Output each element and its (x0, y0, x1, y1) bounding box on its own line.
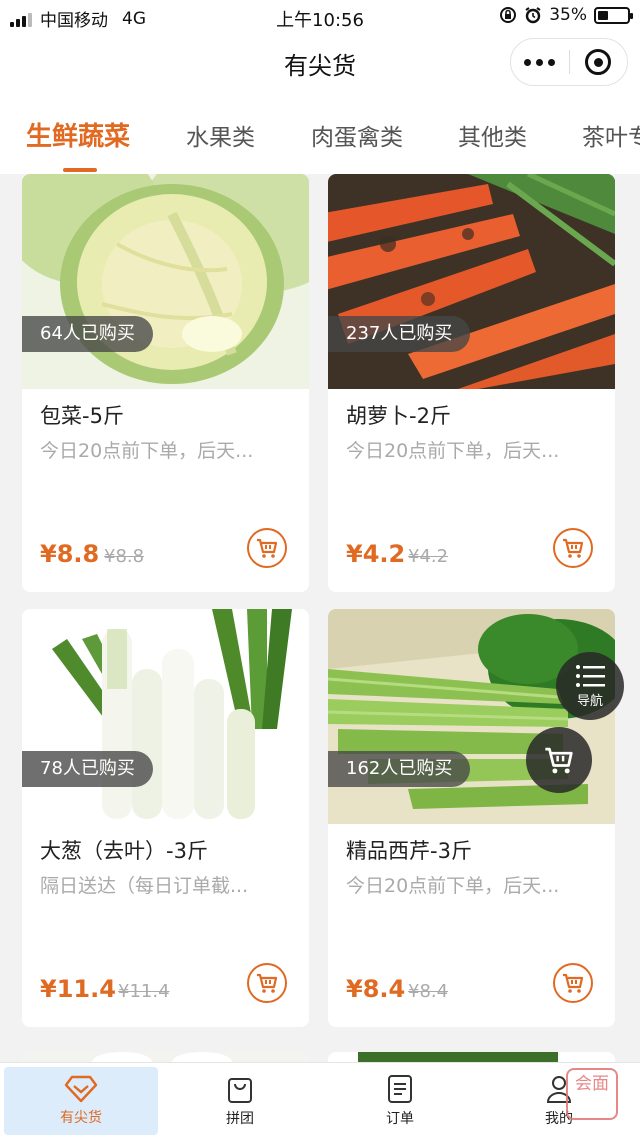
product-grid: 64人已购买 包菜-5斤 今日20点前下单，后天... ¥8.8 ¥8.8 23… (0, 174, 640, 1062)
product-description: 隔日送达（每日订单截... (40, 875, 249, 897)
alarm-icon (525, 7, 541, 24)
buyers-count-badge: 162人已购买 (328, 751, 471, 787)
product-description: 今日20点前下单，后天... (40, 440, 254, 462)
orientation-lock-icon (500, 7, 517, 23)
product-title: 精品西芹-3斤 (346, 839, 472, 863)
cart-icon (545, 747, 573, 774)
add-to-cart-button[interactable] (247, 528, 287, 568)
buyers-count-badge: 237人已购买 (328, 316, 471, 352)
product-card-partial[interactable] (22, 1052, 309, 1062)
product-image-celery (328, 609, 615, 824)
product-card-carrot[interactable]: 237人已购买 胡萝卜-2斤 今日20点前下单，后天... ¥4.2 ¥4.2 (328, 174, 615, 592)
cart-icon (257, 538, 278, 558)
category-tabs: 生鲜蔬菜 水果类 肉蛋禽类 其他类 茶叶专 (0, 94, 640, 174)
navigation-bar: 有尖货 (0, 34, 640, 94)
cart-icon (563, 973, 584, 993)
tabbar-label: 拼团 (226, 1111, 254, 1127)
tabbar-item-orders[interactable]: 订单 (323, 1067, 477, 1135)
product-title: 包菜-5斤 (40, 404, 124, 428)
product-card-scallion[interactable]: 78人已购买 大葱（去叶）-3斤 隔日送达（每日订单截... ¥11.4 ¥11… (22, 609, 309, 1027)
product-image-cabbage (22, 174, 309, 389)
add-to-cart-button[interactable] (247, 963, 287, 1003)
cart-icon (563, 538, 584, 558)
product-description: 今日20点前下单，后天... (346, 440, 560, 462)
product-price: ¥4.2 (346, 540, 406, 568)
battery-percent: 35% (549, 5, 587, 25)
product-image-scallion (22, 609, 309, 824)
tab-fresh-vegetables[interactable]: 生鲜蔬菜 (26, 116, 130, 153)
product-price: ¥8.8 (40, 540, 100, 568)
diamond-icon (64, 1075, 98, 1103)
tab-tea[interactable]: 茶叶专 (582, 118, 640, 152)
floating-cart-button[interactable] (526, 727, 592, 793)
product-original-price: ¥8.4 (408, 981, 449, 1002)
battery-fill (598, 10, 608, 20)
list-icon (576, 664, 605, 687)
app-screen: 中国移动 4G 上午10:56 35% 有尖货 生鲜蔬菜 水果类 肉蛋禽类 其他… (0, 0, 640, 1138)
watermark-stamp: 会面 (566, 1068, 618, 1120)
product-card-partial[interactable] (328, 1052, 615, 1062)
product-original-price: ¥11.4 (118, 981, 170, 1002)
more-menu-button[interactable] (511, 58, 569, 66)
bag-icon (228, 1078, 252, 1103)
add-to-cart-button[interactable] (553, 963, 593, 1003)
document-icon (388, 1075, 412, 1103)
tab-other[interactable]: 其他类 (458, 118, 527, 152)
bottom-tab-bar: 有尖货 拼团 订单 我的 (0, 1062, 640, 1138)
battery-icon (594, 6, 633, 24)
product-image-carrot (328, 174, 615, 389)
product-description: 今日20点前下单，后天... (346, 875, 560, 897)
product-title: 胡萝卜-2斤 (346, 404, 451, 428)
status-bar: 中国移动 4G 上午10:56 35% (0, 0, 640, 34)
cart-icon (257, 973, 278, 993)
product-original-price: ¥4.2 (408, 546, 449, 567)
product-price: ¥8.4 (346, 975, 406, 1003)
close-miniprogram-button[interactable] (569, 49, 627, 75)
buyers-count-badge: 64人已购买 (22, 316, 153, 352)
active-tab-indicator (63, 168, 97, 172)
tabbar-item-group-buy[interactable]: 拼团 (163, 1067, 317, 1135)
floating-nav-label: 导航 (576, 693, 603, 709)
add-to-cart-button[interactable] (553, 528, 593, 568)
status-right: 35% (499, 5, 633, 25)
tabbar-label: 有尖货 (60, 1110, 102, 1126)
product-price: ¥11.4 (40, 975, 116, 1003)
target-icon (585, 49, 612, 75)
tabbar-label: 订单 (386, 1111, 414, 1127)
product-title: 大葱（去叶）-3斤 (40, 839, 208, 863)
product-card-cabbage[interactable]: 64人已购买 包菜-5斤 今日20点前下单，后天... ¥8.8 ¥8.8 (22, 174, 309, 592)
tabbar-item-home[interactable]: 有尖货 (4, 1067, 158, 1135)
miniprogram-capsule (510, 38, 628, 86)
product-original-price: ¥8.8 (104, 546, 145, 567)
tab-fruit[interactable]: 水果类 (186, 118, 255, 152)
floating-navigation-button[interactable]: 导航 (556, 652, 624, 720)
tab-meat-egg-poultry[interactable]: 肉蛋禽类 (311, 118, 403, 152)
buyers-count-badge: 78人已购买 (22, 751, 153, 787)
